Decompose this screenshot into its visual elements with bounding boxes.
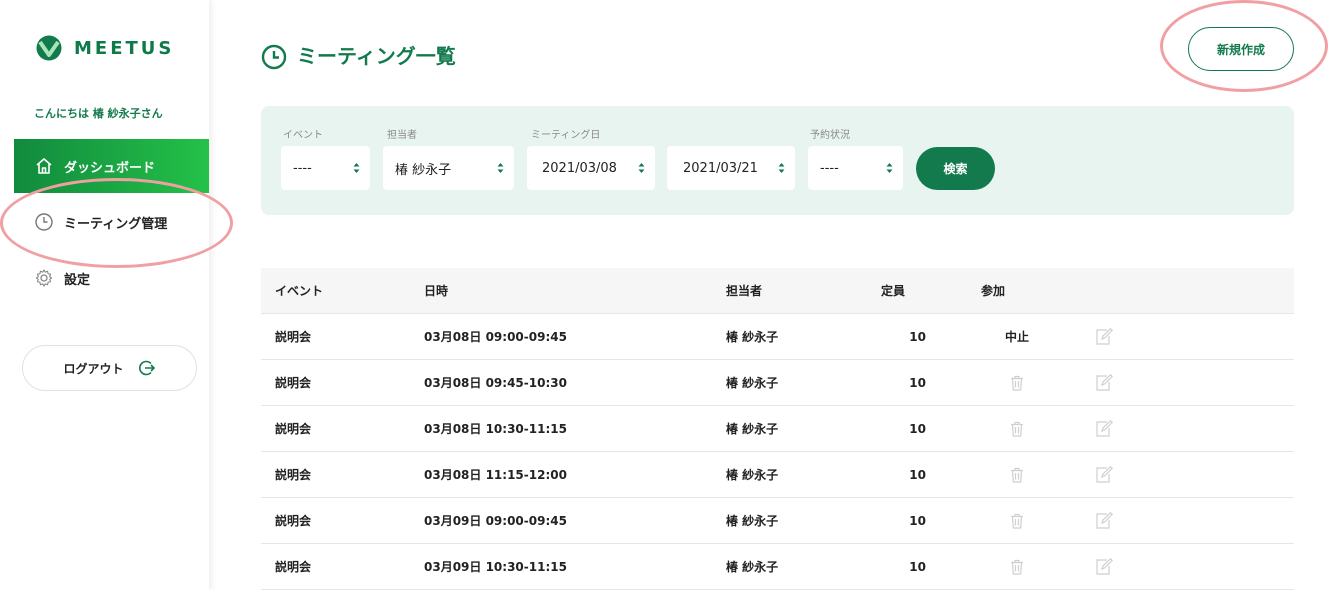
select-arrows-icon xyxy=(638,163,645,173)
search-button[interactable]: 検索 xyxy=(916,147,995,190)
date-from-input[interactable]: 2021/03/08 xyxy=(527,146,655,190)
edit-icon[interactable] xyxy=(1094,498,1114,543)
cell-datetime: 03月09日 09:00-09:45 xyxy=(424,514,567,528)
cell-staff: 椿 紗永子 xyxy=(726,468,779,482)
cell-staff: 椿 紗永子 xyxy=(726,422,779,436)
cell-staff: 椿 紗永子 xyxy=(726,376,779,390)
table-row: 説明会 03月09日 10:30-11:15 椿 紗永子 10 xyxy=(261,544,1294,590)
table-row: 説明会 03月09日 09:00-09:45 椿 紗永子 10 xyxy=(261,498,1294,544)
cell-event: 説明会 xyxy=(275,514,312,528)
filter-panel: イベント ---- 担当者 椿 紗永子 ミーティング日 2021/03/08 2… xyxy=(261,106,1294,215)
sidebar-item-label: ダッシュボード xyxy=(64,160,156,176)
cell-event: 説明会 xyxy=(275,468,312,482)
trash-icon[interactable] xyxy=(996,452,1038,497)
col-header-staff: 担当者 xyxy=(726,284,763,298)
cell-event: 説明会 xyxy=(275,330,312,344)
status-select-value: ---- xyxy=(820,160,839,176)
sidebar-item-dashboard[interactable]: ダッシュボード xyxy=(14,139,209,193)
edit-icon[interactable] xyxy=(1094,452,1114,497)
sidebar-item-settings[interactable]: 設定 xyxy=(14,251,209,305)
staff-filter-label: 担当者 xyxy=(387,130,417,141)
home-icon xyxy=(34,156,54,176)
cell-datetime: 03月08日 09:45-10:30 xyxy=(424,376,567,390)
logout-icon xyxy=(138,359,156,377)
sidebar-item-label: ミーティング管理 xyxy=(64,216,168,232)
trash-icon[interactable] xyxy=(996,498,1038,543)
table-row: 説明会 03月08日 09:45-10:30 椿 紗永子 10 xyxy=(261,360,1294,406)
cell-datetime: 03月08日 10:30-11:15 xyxy=(424,422,567,436)
edit-icon[interactable] xyxy=(1094,314,1114,359)
trash-icon[interactable] xyxy=(996,406,1038,451)
cell-capacity: 10 xyxy=(909,421,926,436)
col-header-event: イベント xyxy=(275,284,324,298)
cell-staff: 椿 紗永子 xyxy=(726,560,779,574)
new-button[interactable]: 新規作成 xyxy=(1188,27,1294,71)
event-select-value: ---- xyxy=(293,160,312,176)
table-row: 説明会 03月08日 09:00-09:45 椿 紗永子 10 中止 xyxy=(261,314,1294,360)
col-header-datetime: 日時 xyxy=(424,284,449,298)
clock-icon xyxy=(261,44,287,70)
cell-event: 説明会 xyxy=(275,422,312,436)
table-row: 説明会 03月08日 11:15-12:00 椿 紗永子 10 xyxy=(261,452,1294,498)
cell-datetime: 03月08日 09:00-09:45 xyxy=(424,330,567,344)
staff-select[interactable]: 椿 紗永子 xyxy=(383,146,514,190)
status-filter-label: 予約状況 xyxy=(810,130,850,141)
trash-icon[interactable] xyxy=(996,360,1038,405)
cell-staff: 椿 紗永子 xyxy=(726,514,779,528)
edit-icon[interactable] xyxy=(1094,406,1114,451)
col-header-participation: 参加 xyxy=(981,284,1006,298)
cell-capacity: 10 xyxy=(909,513,926,528)
logout-button[interactable]: ログアウト xyxy=(22,345,197,391)
date-from-value: 2021/03/08 xyxy=(542,160,617,176)
select-arrows-icon xyxy=(886,163,893,173)
meeting-table: イベント 日時 担当者 定員 参加 説明会 03月08日 09:00-09:45 椿… xyxy=(261,268,1294,590)
page-title-text: ミーティング一覧 xyxy=(297,43,456,68)
col-header-capacity: 定員 xyxy=(881,284,906,298)
cell-event: 説明会 xyxy=(275,560,312,574)
cell-datetime: 03月09日 10:30-11:15 xyxy=(424,560,567,574)
cell-datetime: 03月08日 11:15-12:00 xyxy=(424,468,567,482)
greeting: こんにちは 椿 紗永子さん xyxy=(34,107,163,120)
date-filter-label: ミーティング日 xyxy=(531,130,601,141)
logo-text: MEETUS xyxy=(74,37,175,59)
gear-icon xyxy=(34,268,54,288)
staff-select-value: 椿 紗永子 xyxy=(395,162,452,178)
cell-capacity: 10 xyxy=(909,559,926,574)
table-body: 説明会 03月08日 09:00-09:45 椿 紗永子 10 中止 説明会 03月08日 … xyxy=(261,314,1294,590)
cell-capacity: 10 xyxy=(909,375,926,390)
page-title: ミーティング一覧 xyxy=(261,38,456,70)
clock-icon xyxy=(34,212,54,232)
edit-icon[interactable] xyxy=(1094,544,1114,589)
cell-capacity: 10 xyxy=(909,467,926,482)
event-select[interactable]: ---- xyxy=(281,146,370,190)
cell-staff: 椿 紗永子 xyxy=(726,330,779,344)
select-arrows-icon xyxy=(497,163,504,173)
select-arrows-icon xyxy=(353,163,360,173)
edit-icon[interactable] xyxy=(1094,360,1114,405)
sidebar-item-label: 設定 xyxy=(64,272,91,288)
status-select[interactable]: ---- xyxy=(808,146,903,190)
participation-status: 中止 xyxy=(1004,330,1029,344)
sidebar: MEETUS こんにちは 椿 紗永子さん ダッシュボード ミーティング管理 設定… xyxy=(0,0,209,590)
cell-event: 説明会 xyxy=(275,376,312,390)
sidebar-item-meeting[interactable]: ミーティング管理 xyxy=(14,195,209,249)
logo-mark-icon xyxy=(36,35,62,61)
select-arrows-icon xyxy=(778,163,785,173)
table-header: イベント 日時 担当者 定員 参加 xyxy=(261,268,1294,314)
date-to-input[interactable]: 2021/03/21 xyxy=(667,146,795,190)
event-filter-label: イベント xyxy=(283,130,323,141)
logout-label: ログアウト xyxy=(63,361,124,376)
logo[interactable]: MEETUS xyxy=(34,35,174,61)
date-to-value: 2021/03/21 xyxy=(683,160,758,176)
trash-icon[interactable] xyxy=(996,544,1038,589)
cell-capacity: 10 xyxy=(909,329,926,344)
table-row: 説明会 03月08日 10:30-11:15 椿 紗永子 10 xyxy=(261,406,1294,452)
